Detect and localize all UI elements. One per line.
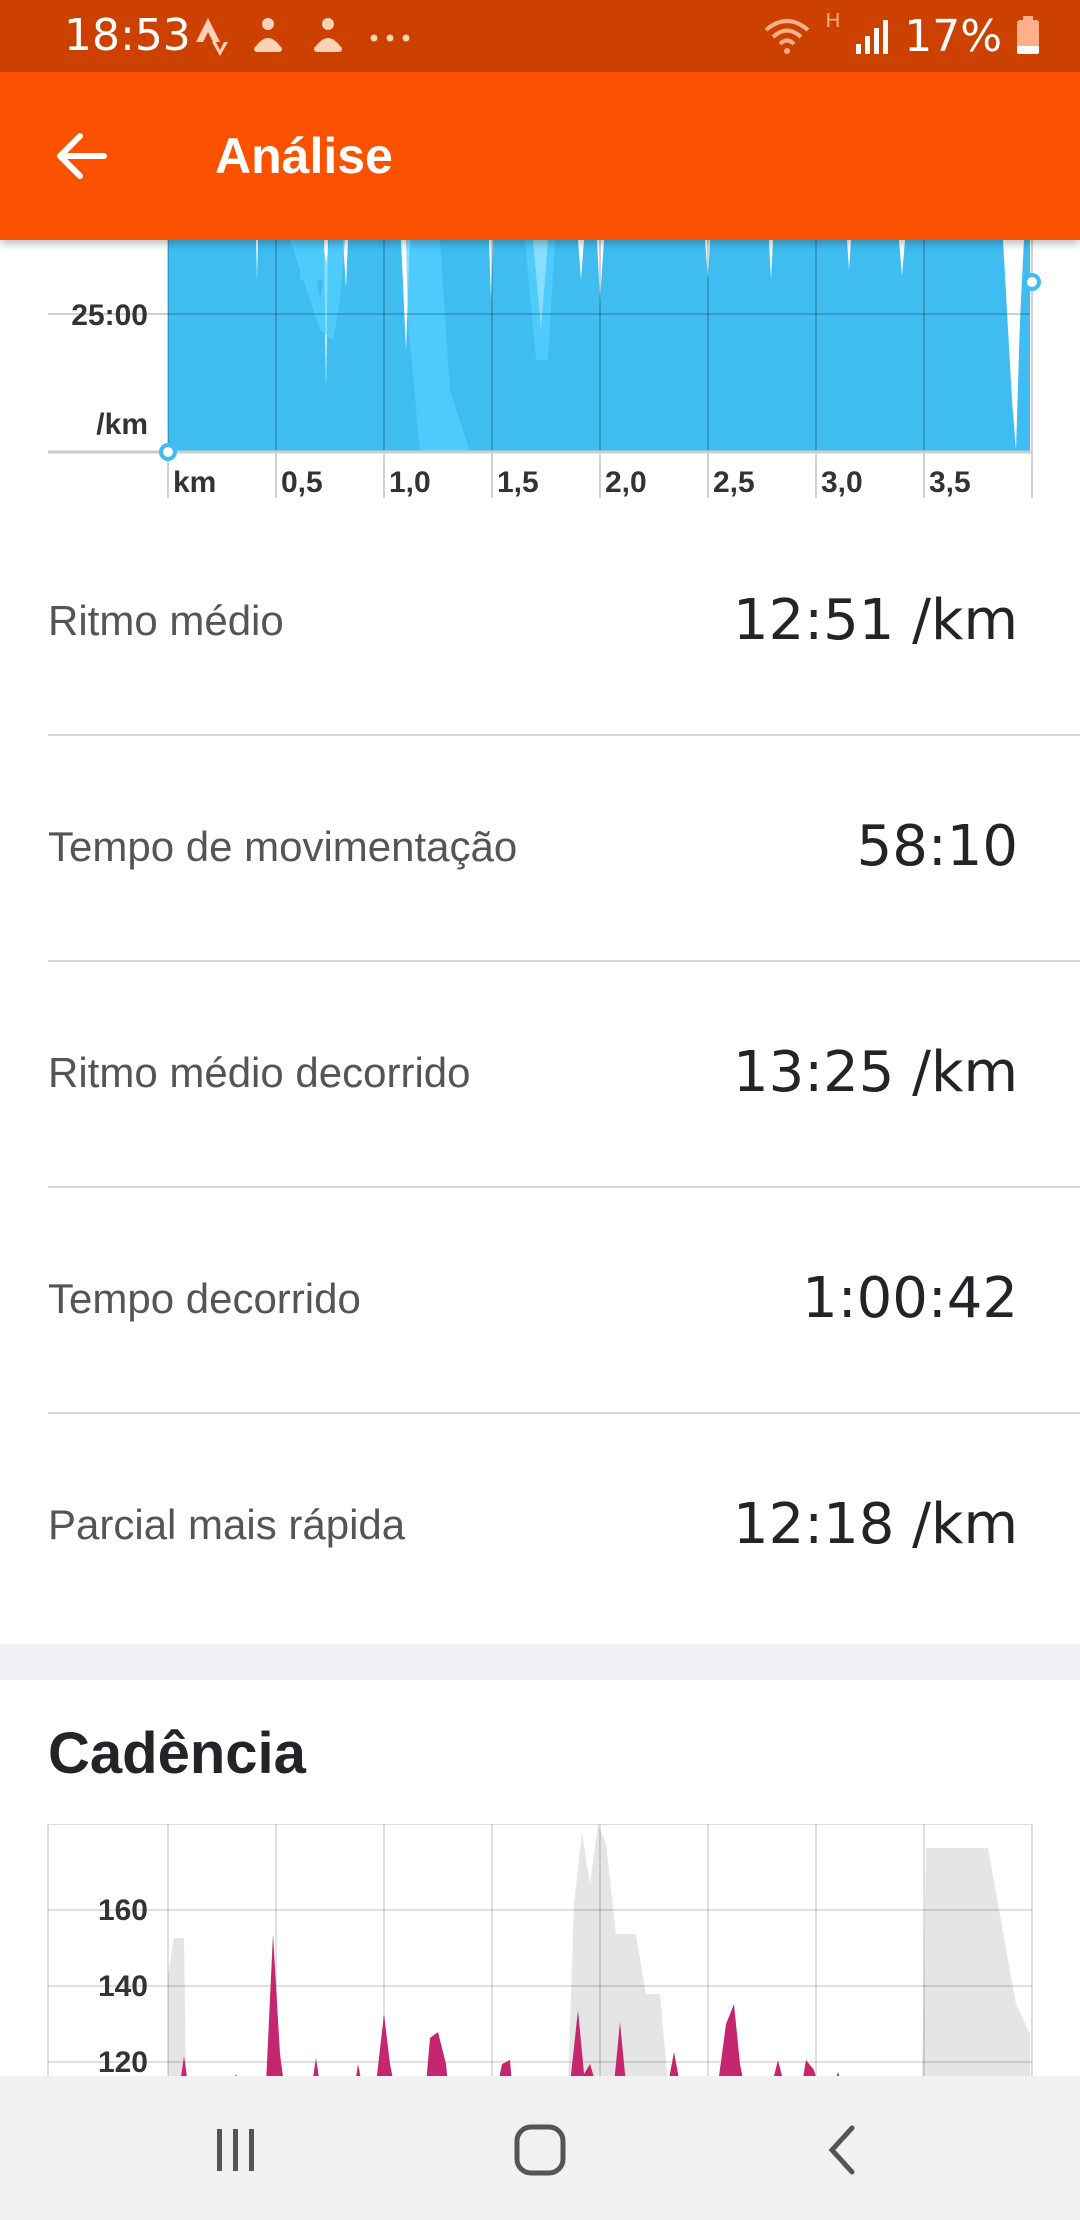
stat-label: Tempo decorrido bbox=[48, 1275, 361, 1322]
cadence-chart: 160 140 120 bbox=[47, 1824, 1033, 2076]
stat-label: Tempo de movimentação bbox=[48, 823, 518, 870]
system-back-button[interactable] bbox=[782, 2112, 902, 2188]
fitness-notification-icon bbox=[254, 18, 282, 52]
recent-apps-button[interactable] bbox=[176, 2112, 296, 2188]
system-navigation-bar bbox=[0, 2076, 1080, 2220]
pace-x-tick: 1,5 bbox=[497, 466, 539, 499]
cadence-fill-area bbox=[181, 1934, 840, 2076]
pace-x-unit: km bbox=[173, 466, 216, 499]
stat-label: Ritmo médio bbox=[48, 597, 284, 644]
stat-label: Ritmo médio decorrido bbox=[48, 1049, 471, 1096]
pace-x-tick: 3,0 bbox=[821, 466, 863, 499]
stat-value: 12:18 /km bbox=[732, 1492, 1018, 1557]
signal-icon bbox=[856, 20, 889, 54]
system-status-icons: H 17% bbox=[762, 10, 1040, 62]
notification-icons bbox=[196, 14, 412, 58]
battery-percentage: 17% bbox=[904, 10, 1002, 62]
stat-row-elapsed-time: Tempo decorrido 1:00:42 bbox=[48, 1188, 1080, 1414]
status-bar: 18:53 H 17% bbox=[0, 0, 1080, 72]
analysis-content[interactable]: 25:00 /km km 0,5 1,0 1,5 2,0 2,5 3,0 3,5 Ritmo… bbox=[0, 240, 1080, 2076]
cadence-y-tick-160: 160 bbox=[98, 1894, 148, 1927]
pace-x-tick: 3,5 bbox=[929, 466, 971, 499]
stat-row-moving-time: Tempo de movimentação 58:10 bbox=[48, 736, 1080, 962]
pace-chart: 25:00 /km km 0,5 1,0 1,5 2,0 2,5 3,0 3,5 bbox=[48, 240, 1041, 499]
stat-row-average-pace: Ritmo médio 12:51 /km bbox=[48, 510, 1080, 736]
pace-x-tick: 0,5 bbox=[281, 466, 323, 499]
pace-x-tick: 2,5 bbox=[713, 466, 755, 499]
stat-value: 12:51 /km bbox=[732, 588, 1018, 653]
stat-row-elapsed-pace: Ritmo médio decorrido 13:25 /km bbox=[48, 962, 1080, 1188]
stat-value: 1:00:42 bbox=[802, 1266, 1018, 1331]
pace-y-tick: 25:00 bbox=[71, 299, 148, 332]
wifi-icon bbox=[764, 19, 810, 54]
cadence-y-tick-120: 120 bbox=[98, 2046, 148, 2076]
stat-value: 13:25 /km bbox=[732, 1040, 1018, 1105]
back-button[interactable] bbox=[40, 116, 120, 196]
recent-apps-icon bbox=[217, 2129, 254, 2171]
home-button[interactable] bbox=[480, 2112, 600, 2188]
pace-end-marker bbox=[1023, 273, 1041, 291]
pace-y-unit: /km bbox=[96, 408, 148, 441]
stat-label: Parcial mais rápida bbox=[48, 1501, 406, 1548]
section-divider bbox=[0, 1644, 1080, 1680]
home-icon bbox=[514, 2124, 566, 2176]
cadence-grid bbox=[48, 1824, 1032, 2076]
stat-value: 58:10 bbox=[856, 814, 1018, 879]
cadence-y-tick-140: 140 bbox=[98, 1970, 148, 2003]
battery-icon bbox=[1017, 16, 1039, 54]
app-bar: Análise bbox=[0, 72, 1080, 240]
more-notifications-icon bbox=[370, 34, 410, 42]
pace-start-marker bbox=[159, 443, 177, 461]
arrow-left-icon bbox=[57, 133, 107, 179]
page-title: Análise bbox=[215, 128, 393, 184]
cadence-section-title: Cadência bbox=[48, 1721, 306, 1786]
cadence-chart-frame bbox=[47, 1824, 1033, 2076]
stat-row-fastest-split: Parcial mais rápida 12:18 /km bbox=[48, 1414, 1080, 1638]
strava-icon bbox=[196, 18, 228, 56]
network-type-label: H bbox=[825, 10, 841, 32]
pace-x-tick: 1,0 bbox=[389, 466, 431, 499]
fitness-notification-icon-2 bbox=[314, 18, 342, 52]
status-time: 18:53 bbox=[64, 10, 191, 61]
chevron-left-icon bbox=[828, 2125, 855, 2175]
stats-list: Ritmo médio 12:51 /km Tempo de movimenta… bbox=[0, 510, 1080, 1638]
pace-x-tick: 2,0 bbox=[605, 466, 647, 499]
